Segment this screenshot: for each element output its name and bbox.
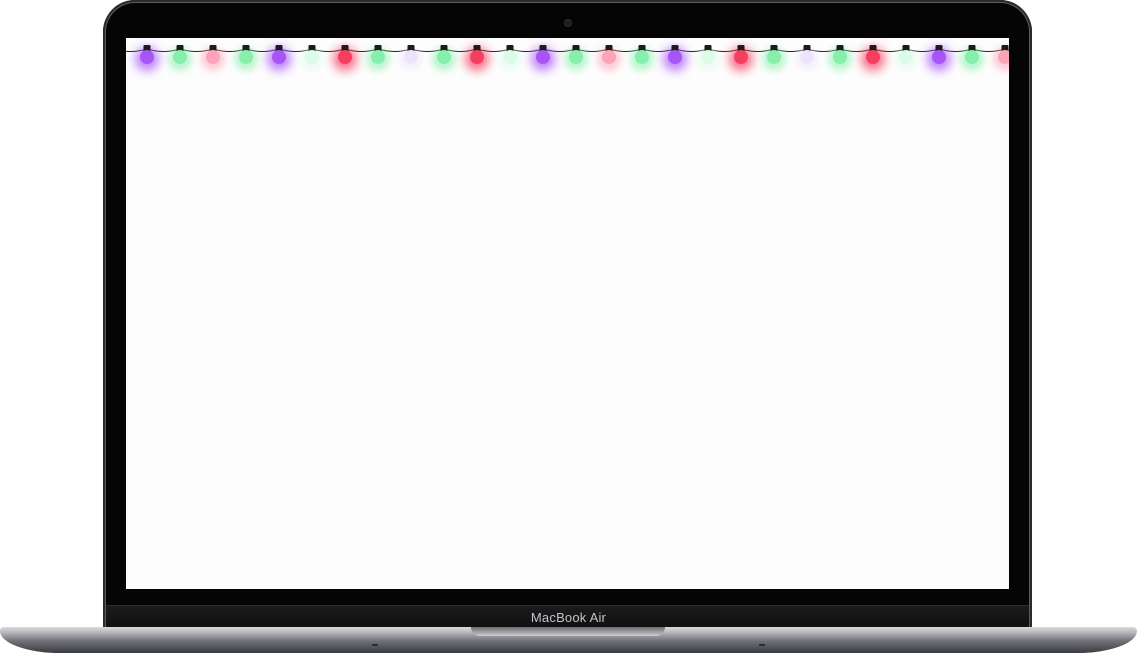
bulb-icon <box>437 50 451 64</box>
light-bulb-red <box>861 45 885 71</box>
bulb-icon <box>140 50 154 64</box>
bulb-icon <box>866 50 880 64</box>
bulb-icon <box>272 50 286 64</box>
bulb-icon <box>635 50 649 64</box>
bulb-icon <box>668 50 682 64</box>
model-label: MacBook Air <box>530 610 607 625</box>
bulb-icon <box>932 50 946 64</box>
bulb-icon <box>173 50 187 64</box>
light-bulb-red <box>465 45 489 71</box>
bulb-icon <box>833 50 847 64</box>
light-bulb-purple <box>795 45 819 71</box>
webcam <box>565 20 571 26</box>
bulb-icon <box>734 50 748 64</box>
bulb-icon <box>767 50 781 64</box>
bulb-icon <box>470 50 484 64</box>
bulb-icon <box>239 50 253 64</box>
bulb-icon <box>536 50 550 64</box>
light-bulb-green <box>168 45 192 71</box>
bulb-icon <box>404 50 418 64</box>
light-bulb-green <box>234 45 258 71</box>
light-bulb-green <box>498 45 522 71</box>
bulb-icon <box>305 50 319 64</box>
bulb-icon <box>371 50 385 64</box>
light-bulb-pink <box>597 45 621 71</box>
bulb-icon <box>701 50 715 64</box>
light-bulb-green <box>828 45 852 71</box>
light-bulb-green <box>762 45 786 71</box>
bulb-icon <box>569 50 583 64</box>
bulb-icon <box>206 50 220 64</box>
rubber-foot <box>372 644 378 646</box>
light-bulb-green <box>894 45 918 71</box>
light-bulb-green <box>366 45 390 71</box>
light-bulb-purple <box>531 45 555 71</box>
bulb-icon <box>965 50 979 64</box>
light-bulb-pink <box>201 45 225 71</box>
light-bulb-purple <box>267 45 291 71</box>
bulb-icon <box>503 50 517 64</box>
light-bulb-green <box>564 45 588 71</box>
laptop-mockup: MacBook Air <box>0 0 1137 653</box>
light-bulb-green <box>960 45 984 71</box>
light-bulb-green <box>630 45 654 71</box>
bulb-group <box>135 45 1009 71</box>
bulb-icon <box>899 50 913 64</box>
light-bulb-red <box>729 45 753 71</box>
light-bulb-red <box>333 45 357 71</box>
bulb-icon <box>800 50 814 64</box>
bulb-icon <box>602 50 616 64</box>
light-bulb-green <box>696 45 720 71</box>
light-bulb-purple <box>663 45 687 71</box>
lid-notch <box>471 627 665 636</box>
light-bulb-purple <box>135 45 159 71</box>
light-bulb-green <box>432 45 456 71</box>
laptop-screen <box>126 38 1009 589</box>
rubber-foot <box>759 644 765 646</box>
light-bulb-pink <box>993 45 1009 71</box>
bulb-icon <box>338 50 352 64</box>
light-bulb-purple <box>399 45 423 71</box>
string-lights <box>126 45 1009 71</box>
light-bulb-purple <box>927 45 951 71</box>
light-bulb-green <box>300 45 324 71</box>
